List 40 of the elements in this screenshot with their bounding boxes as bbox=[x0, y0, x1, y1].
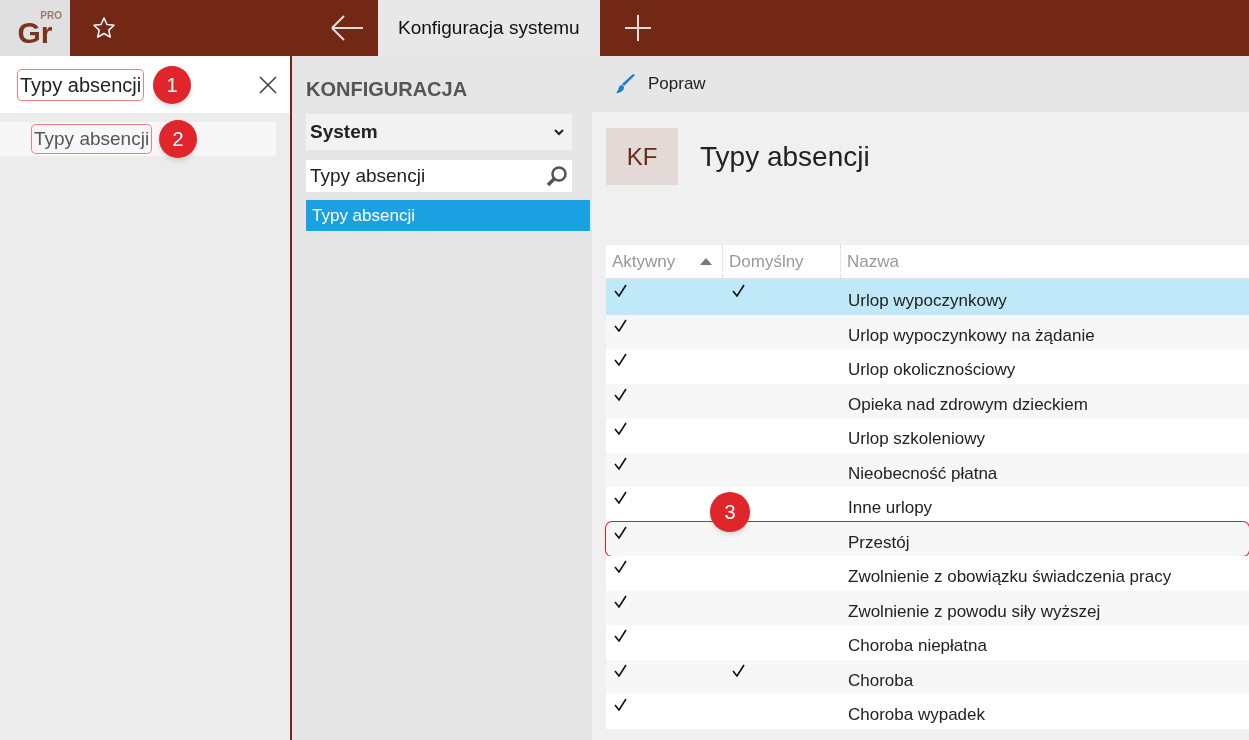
table-row[interactable]: Nieobecność płatna bbox=[606, 452, 1249, 487]
back-arrow-icon[interactable] bbox=[330, 14, 364, 42]
table-cell-text: Choroba wypadek bbox=[847, 704, 987, 726]
table-cell-text: Urlop wypoczynkowy na żądanie bbox=[847, 324, 1096, 347]
plus-icon[interactable] bbox=[623, 14, 652, 42]
table-cell-text: Zwolnienie z powodu siły wyższej bbox=[847, 600, 1102, 623]
table-row[interactable]: Choroba bbox=[606, 659, 1249, 694]
search-text: Typy absencji bbox=[18, 69, 144, 100]
search-icon bbox=[546, 165, 568, 187]
table-cell-text: Inne urlopy bbox=[847, 497, 934, 519]
table-cell-text: Urlop okolicznościowy bbox=[847, 359, 1017, 381]
table-row[interactable]: Urlop wypoczynkowy bbox=[606, 280, 1249, 315]
table-cell-text: Urlop szkoleniowy bbox=[847, 428, 986, 450]
table-cell-text: Choroba niepłatna bbox=[847, 635, 988, 657]
table-cell-text: Opieka nad zdrowym dzieckiem bbox=[847, 393, 1089, 416]
star-icon[interactable] bbox=[92, 16, 116, 40]
callout-badge: 1 bbox=[153, 65, 192, 104]
table-cell-text: Choroba bbox=[847, 669, 915, 692]
category-dropdown[interactable]: System bbox=[306, 114, 572, 150]
app-logo[interactable]: GrPRO bbox=[0, 0, 70, 56]
filter-field[interactable]: Typy absencji bbox=[306, 160, 572, 192]
callout-badge: 2 bbox=[159, 120, 198, 158]
table-row[interactable]: Urlop wypoczynkowy na żądanie bbox=[606, 314, 1249, 349]
tab[interactable]: Konfiguracja systemu bbox=[378, 0, 600, 56]
edit-button[interactable]: Popraw bbox=[616, 71, 706, 97]
sort-ascending-icon bbox=[700, 258, 712, 265]
chevron-down-icon bbox=[554, 128, 564, 136]
table-row[interactable]: Opieka nad zdrowym dzieckiem bbox=[606, 383, 1249, 418]
page-title: Typy absencji bbox=[700, 140, 870, 174]
table-cell-text: Przestój bbox=[847, 531, 911, 554]
section-heading: KONFIGURACJA bbox=[306, 77, 469, 100]
module-tile: KF bbox=[606, 128, 678, 185]
table-cell-text: Urlop wypoczynkowy bbox=[847, 290, 1008, 312]
table-cell-text: Zwolnienie z obowiązku świadczenia pracy bbox=[847, 566, 1173, 588]
brush-icon bbox=[616, 74, 636, 94]
table-cell-text: Nieobecność płatna bbox=[847, 462, 999, 485]
table-row[interactable]: Zwolnienie z powodu siły wyższej bbox=[606, 590, 1249, 625]
search-result[interactable]: Typy absencji 2 bbox=[0, 122, 276, 156]
close-icon[interactable] bbox=[258, 74, 278, 95]
table-row[interactable]: Przestój bbox=[606, 521, 1249, 556]
